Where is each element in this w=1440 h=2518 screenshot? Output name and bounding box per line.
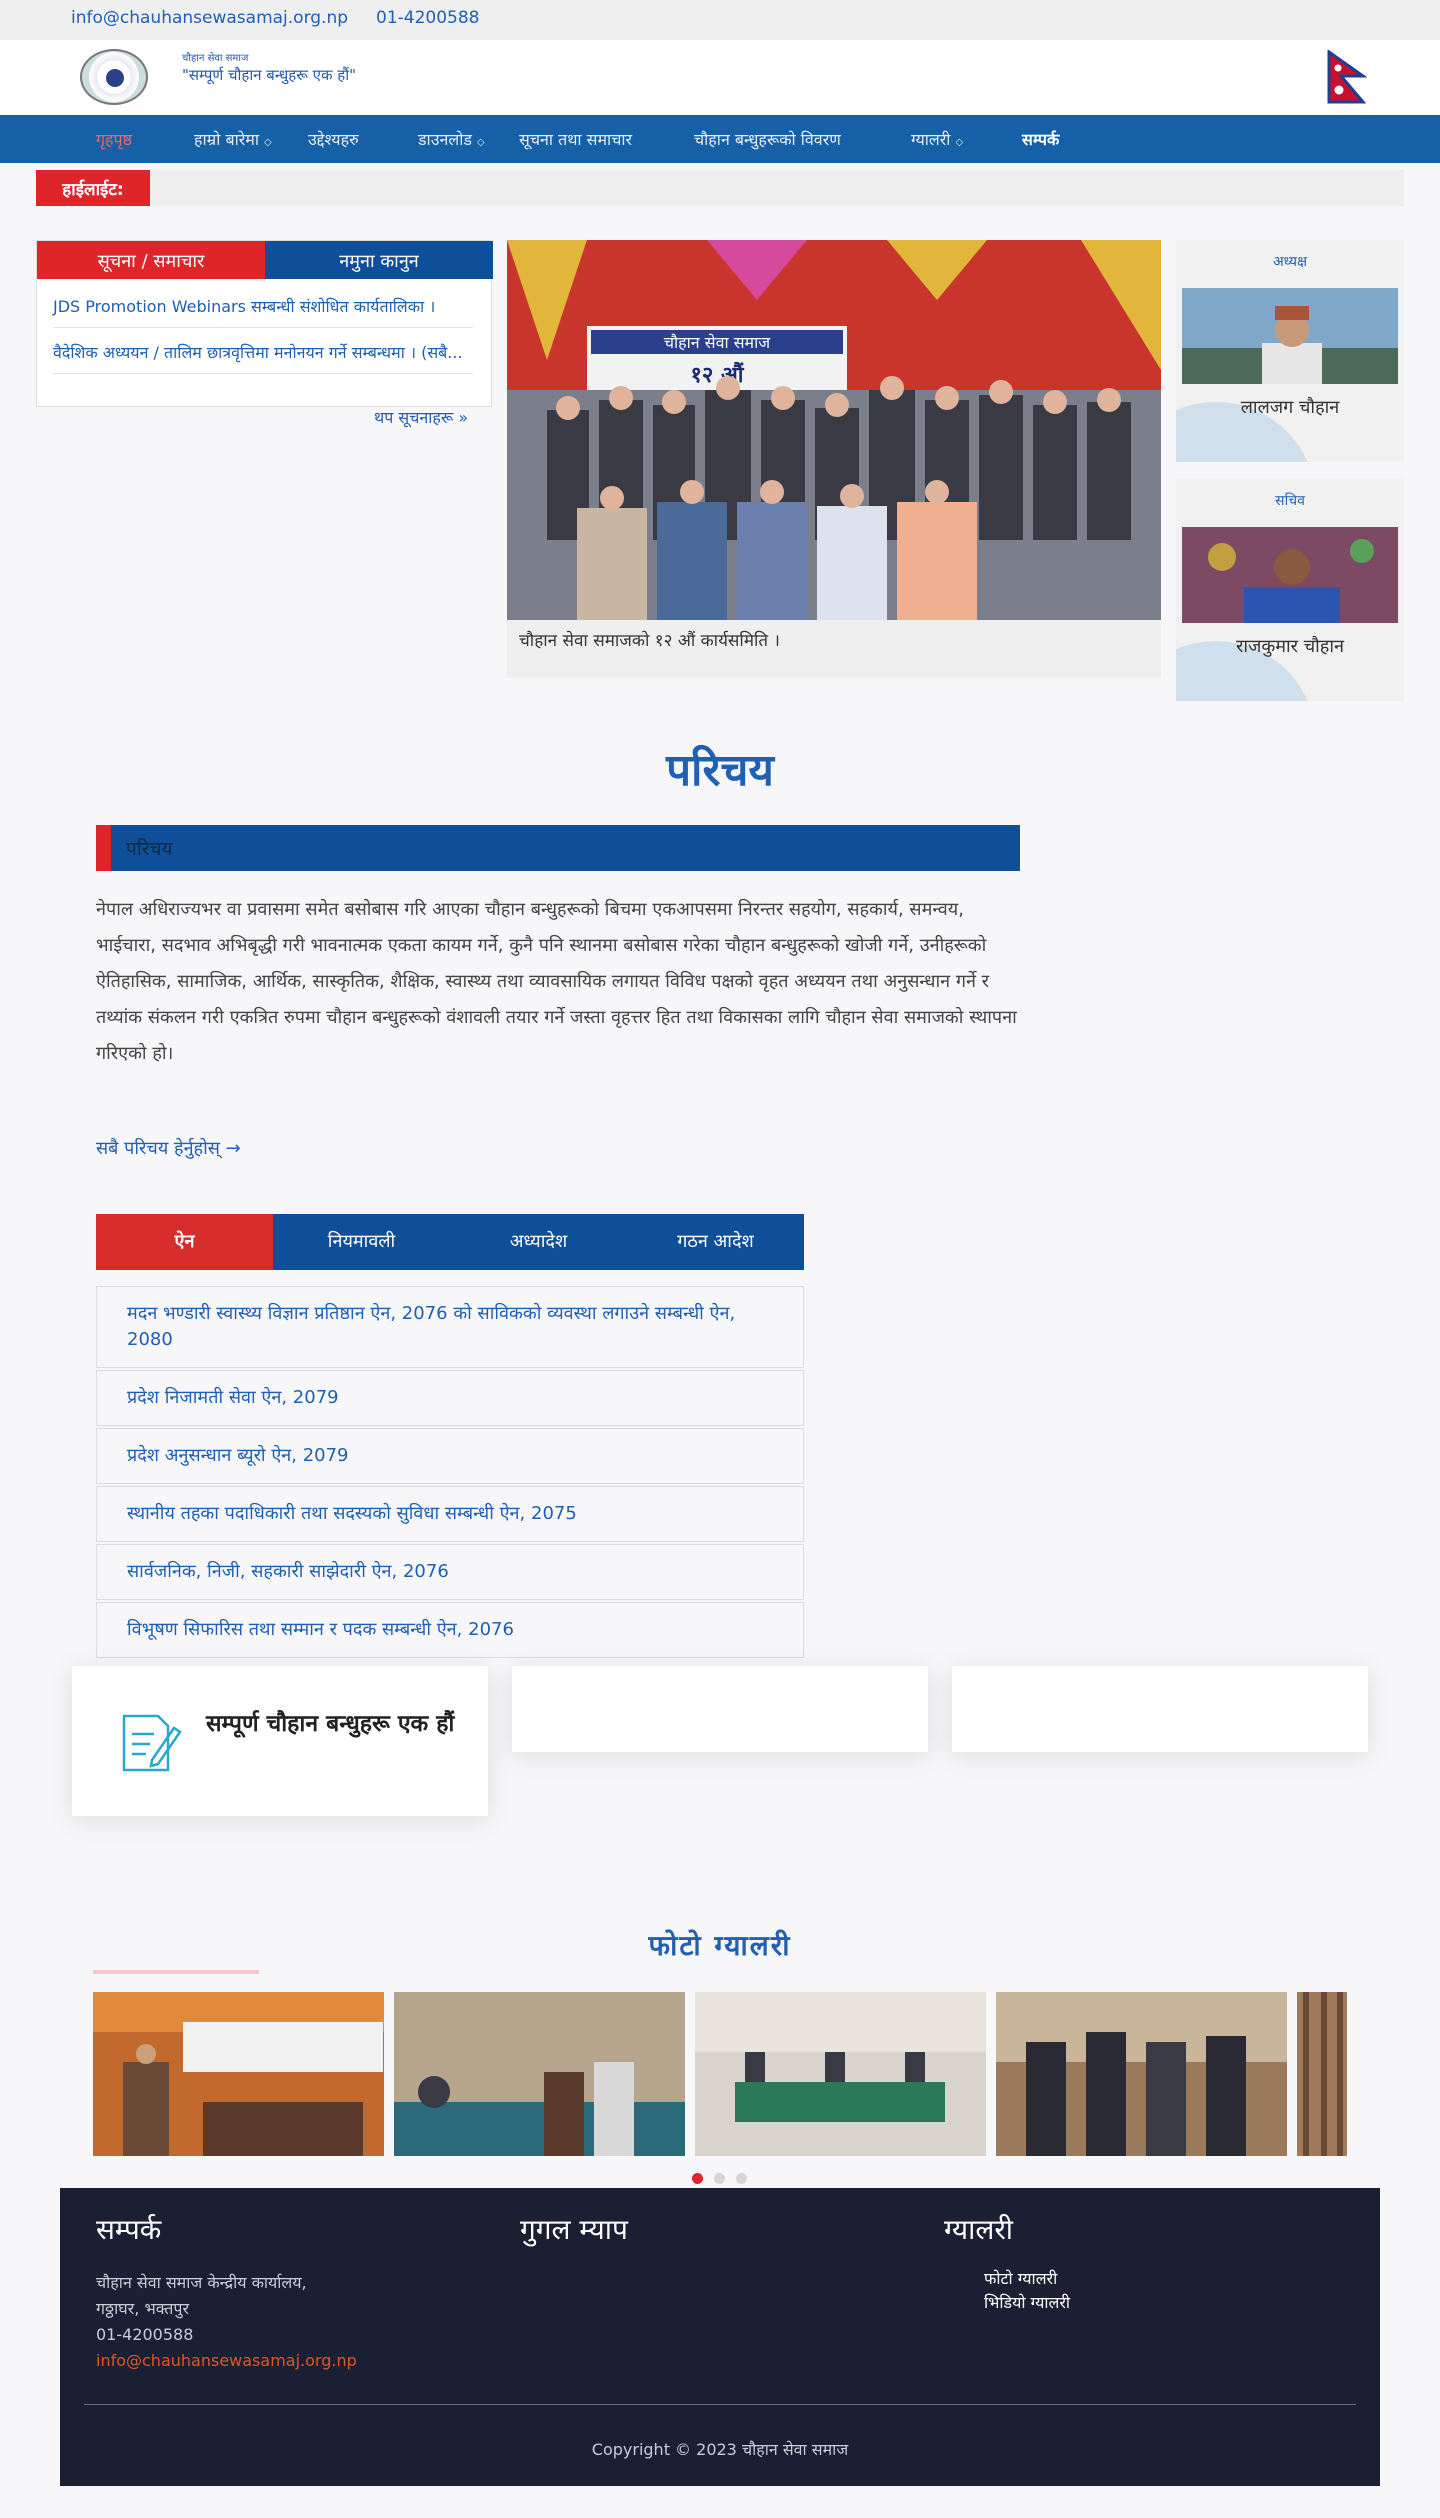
- chevron-down-icon: ◇: [955, 137, 964, 148]
- law-list: मदन भण्डारी स्वास्थ्य विज्ञान प्रतिष्ठान…: [96, 1286, 804, 1660]
- org-slogan: "सम्पूर्ण चौहान बन्धुहरू एक हौं": [182, 66, 356, 84]
- nav-objectives[interactable]: उद्देश्यहरु: [308, 128, 359, 150]
- group-photo-image: चौहान सेवा समाज १२ औं: [507, 240, 1161, 620]
- gallery-image[interactable]: [394, 1992, 685, 2156]
- news-box: सूचना / समाचार नमुना कानुन JDS Promotion…: [36, 240, 493, 407]
- document-edit-icon: [122, 1714, 182, 1772]
- law-item[interactable]: सार्वजनिक, निजी, सहकारी साझेदारी ऐन, 207…: [96, 1544, 804, 1600]
- top-bar: info@chauhansewasamaj.org.np 01-4200588: [0, 0, 1440, 40]
- profile-photo: [1182, 527, 1398, 623]
- gallery-title: फोटो ग्यालरी: [648, 1929, 792, 1962]
- pagination-dot[interactable]: [714, 2173, 725, 2184]
- profile-card-president[interactable]: अध्यक्ष लालजग चौहान: [1176, 240, 1404, 462]
- gallery-image[interactable]: [996, 1992, 1287, 2156]
- footer-address-line1: चौहान सेवा समाज केन्द्रीय कार्यालय,: [96, 2273, 307, 2292]
- gallery-image[interactable]: [1297, 1992, 1347, 2156]
- feature-card[interactable]: सम्पूर्ण चौहान बन्धुहरू एक हौं: [72, 1666, 488, 1816]
- footer-contact-title: सम्पर्क: [96, 2213, 162, 2246]
- footer-map-title: गुगल म्याप: [520, 2213, 628, 2246]
- profile-name: राजकुमार चौहान: [1235, 636, 1344, 657]
- hero-slider: चौहान सेवा समाज १२ औं चौहान सेवा समाजको …: [507, 240, 1161, 678]
- intro-bar-label: परिचय: [126, 838, 173, 860]
- news-item[interactable]: JDS Promotion Webinars सम्बन्धी संशोधित …: [53, 295, 473, 328]
- org-name-small: चौहान सेवा समाज: [182, 53, 249, 64]
- feature-card-text: सम्पूर्ण चौहान बन्धुहरू एक हौं: [206, 1711, 455, 1737]
- gallery-title-underline: [93, 1970, 259, 1974]
- nepal-flag-icon: [1327, 50, 1367, 104]
- feature-card-empty[interactable]: [512, 1666, 928, 1752]
- law-item[interactable]: मदन भण्डारी स्वास्थ्य विज्ञान प्रतिष्ठान…: [96, 1286, 804, 1368]
- gallery-photo: [996, 1992, 1287, 2156]
- tab-ordinance[interactable]: अध्यादेश: [450, 1214, 627, 1270]
- footer-video-gallery-link[interactable]: भिडियो ग्यालरी: [984, 2290, 1070, 2316]
- tab-model-law[interactable]: नमुना कानुन: [265, 241, 493, 279]
- law-tabs: ऐन नियमावली अध्यादेश गठन आदेश: [96, 1214, 804, 1270]
- intro-title: परिचय: [666, 745, 774, 796]
- gallery-photo: [695, 1992, 986, 2156]
- feature-card-empty[interactable]: [952, 1666, 1368, 1752]
- pagination-dot[interactable]: [736, 2173, 747, 2184]
- main-nav: गृहपृष्ठ हाम्रो बारेमा ◇ उद्देश्यहरु डाउन…: [0, 115, 1440, 163]
- org-logo[interactable]: [80, 49, 148, 105]
- tab-formation-order[interactable]: गठन आदेश: [627, 1214, 804, 1270]
- footer-phone[interactable]: 01-4200588: [96, 2322, 193, 2348]
- site-footer: सम्पर्क गुगल म्याप ग्यालरी चौहान सेवा सम…: [60, 2188, 1380, 2486]
- intro-text: नेपाल अधिराज्यभर वा प्रवासमा समेत बसोबास…: [96, 899, 1017, 1064]
- footer-gallery-title: ग्यालरी: [944, 2213, 1014, 2246]
- law-item[interactable]: स्थानीय तहका पदाधिकारी तथा सदस्यको सुविध…: [96, 1486, 804, 1542]
- chevron-down-icon: ◇: [476, 137, 485, 148]
- footer-email-link[interactable]: info@chauhansewasamaj.org.np: [96, 2348, 357, 2374]
- nav-gallery[interactable]: ग्यालरी ◇: [911, 128, 963, 150]
- nav-news[interactable]: सूचना तथा समाचार: [519, 128, 632, 150]
- chevron-down-icon: ◇: [263, 137, 272, 148]
- law-item[interactable]: प्रदेश अनुसन्धान ब्यूरो ऐन, 2079: [96, 1428, 804, 1484]
- view-all-intro-link[interactable]: सबै परिचय हेर्नुहोस् →: [96, 1136, 241, 1160]
- hero-image[interactable]: चौहान सेवा समाज १२ औं: [507, 240, 1161, 620]
- tab-act[interactable]: ऐन: [96, 1214, 273, 1270]
- footer-photo-gallery-link[interactable]: फोटो ग्यालरी: [984, 2266, 1057, 2292]
- profile-card-secretary[interactable]: सचिव राजकुमार चौहान: [1176, 479, 1404, 701]
- law-item[interactable]: प्रदेश निजामती सेवा ऐन, 2079: [96, 1370, 804, 1426]
- news-item[interactable]: वैदेशिक अध्ययन / तालिम छात्रवृत्तिमा मनो…: [53, 341, 473, 374]
- top-email-link[interactable]: info@chauhansewasamaj.org.np: [71, 8, 348, 28]
- svg-text:चौहान सेवा समाज: चौहान सेवा समाज: [664, 333, 771, 352]
- site-header: चौहान सेवा समाज "सम्पूर्ण चौहान बन्धुहरू…: [0, 40, 1440, 115]
- profile-role: सचिव: [1275, 493, 1305, 509]
- tab-news[interactable]: सूचना / समाचार: [37, 241, 265, 279]
- footer-address-line2: गठ्ठाघर, भक्तपुर: [96, 2299, 190, 2318]
- footer-divider: [84, 2404, 1356, 2405]
- more-news-link[interactable]: थप सूचनाहरू »: [374, 406, 468, 428]
- copyright-text: Copyright © 2023 चौहान सेवा समाज: [591, 2440, 849, 2459]
- nav-about[interactable]: हाम्रो बारेमा ◇: [194, 128, 272, 150]
- profile-photo: [1182, 288, 1398, 384]
- gallery-photo: [1297, 1992, 1347, 2156]
- nav-contact[interactable]: सम्पर्क: [1022, 128, 1059, 150]
- intro-bar: परिचय: [96, 825, 1020, 871]
- highlight-ticker: हाईलाईट:: [36, 170, 1404, 206]
- nav-members[interactable]: चौहान बन्धुहरूको विवरण: [694, 128, 841, 150]
- tab-regulation[interactable]: नियमावली: [273, 1214, 450, 1270]
- law-item[interactable]: विभूषण सिफारिस तथा सम्मान र पदक सम्बन्धी…: [96, 1602, 804, 1658]
- profile-name: लालजग चौहान: [1240, 397, 1340, 418]
- pagination-dot[interactable]: [692, 2173, 703, 2184]
- top-phone[interactable]: 01-4200588: [376, 8, 479, 28]
- gallery-image[interactable]: [695, 1992, 986, 2156]
- highlight-label: हाईलाईट:: [36, 170, 150, 206]
- gallery-photo: [93, 1992, 384, 2156]
- nav-download[interactable]: डाउनलोड ◇: [418, 128, 485, 150]
- hero-caption: चौहान सेवा समाजको १२ औं कार्यसमिति ।: [519, 631, 780, 651]
- gallery-photo: [394, 1992, 685, 2156]
- profile-role: अध्यक्ष: [1272, 254, 1308, 270]
- gallery-image[interactable]: [93, 1992, 384, 2156]
- nav-home[interactable]: गृहपृष्ठ: [96, 128, 132, 150]
